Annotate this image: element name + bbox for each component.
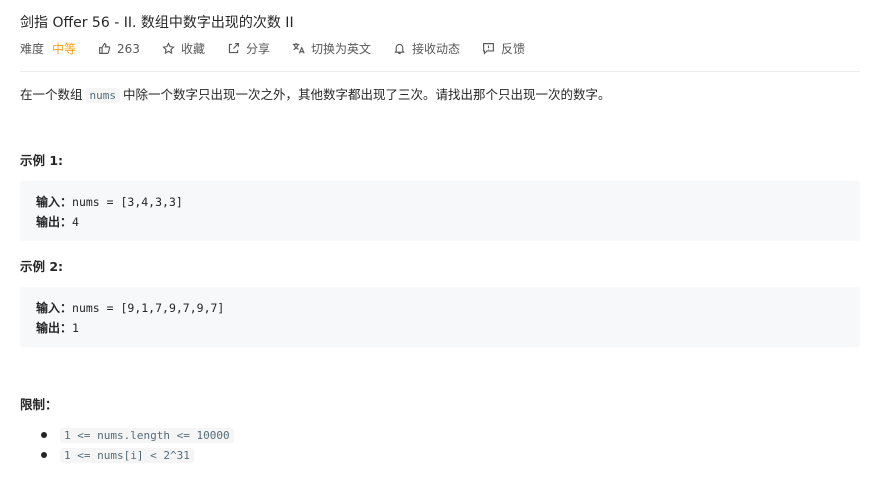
- difficulty-value: 中等: [52, 42, 77, 56]
- share-button[interactable]: 分享: [227, 40, 270, 57]
- example-1-output-key: 输出：: [36, 215, 73, 229]
- constraint-code: 1 <= nums.length <= 10000: [60, 427, 234, 443]
- translate-icon: [292, 42, 305, 54]
- constraint-code: 1 <= nums[i] < 2^31: [60, 447, 194, 463]
- feedback-button[interactable]: 反馈: [482, 40, 525, 57]
- example-2-box: 输入：nums = [9,1,7,9,7,9,7] 输出：1: [20, 287, 860, 347]
- like-count: 263: [117, 41, 140, 56]
- favorite-label: 收藏: [180, 42, 205, 56]
- example-2-label: 示例 2:: [20, 259, 64, 274]
- bell-icon: [394, 43, 405, 54]
- feedback-label: 反馈: [501, 42, 526, 56]
- example-2-output-key: 输出：: [36, 321, 73, 335]
- example-1-label: 示例 1:: [20, 153, 64, 168]
- share-label: 分享: [245, 42, 270, 56]
- description-text-before: 在一个数组: [20, 87, 83, 102]
- example-2-input-value: nums = [9,1,7,9,7,9,7]: [72, 301, 225, 315]
- like-button[interactable]: 263: [98, 42, 140, 56]
- example-1-input-key: 输入：: [36, 195, 73, 209]
- difficulty-label: 难度: [20, 42, 45, 56]
- share-icon: [228, 43, 239, 54]
- list-item: 1 <= nums[i] < 2^31: [41, 445, 234, 465]
- difficulty: 难度 中等: [20, 40, 76, 57]
- constraints-list: 1 <= nums.length <= 10000 1 <= nums[i] <…: [41, 425, 234, 465]
- problem-title: 剑指 Offer 56 - II. 数组中数字出现的次数 II: [20, 15, 294, 31]
- example-2-output-value: 1: [72, 321, 79, 335]
- description-code: nums: [85, 88, 121, 103]
- example-1-input: 输入：nums = [3,4,3,3]: [36, 193, 183, 210]
- problem-meta-bar: 难度 中等 263 收藏 分享 切换为英文 接收动态 反馈: [20, 40, 547, 57]
- example-2-output: 输出：1: [36, 319, 79, 336]
- favorite-button[interactable]: 收藏: [162, 40, 205, 57]
- header-divider: [20, 71, 860, 72]
- example-1-output-value: 4: [72, 215, 79, 229]
- example-1-output: 输出：4: [36, 213, 79, 230]
- description-text-after: 中除一个数字只出现一次之外，其他数字都出现了三次。请找出那个只出现一次的数字。: [123, 87, 611, 102]
- subscribe-button[interactable]: 接收动态: [393, 40, 460, 57]
- thumbs-up-icon: [99, 43, 111, 54]
- star-icon: [162, 42, 175, 55]
- example-2-input: 输入：nums = [9,1,7,9,7,9,7]: [36, 299, 224, 316]
- switch-language-button[interactable]: 切换为英文: [292, 40, 371, 57]
- example-1-box: 输入：nums = [3,4,3,3] 输出：4: [20, 181, 860, 241]
- feedback-icon: [483, 43, 494, 55]
- example-2-input-key: 输入：: [36, 301, 73, 315]
- switch-language-label: 切换为英文: [310, 42, 371, 56]
- problem-description: 在一个数组 nums 中除一个数字只出现一次之外，其他数字都出现了三次。请找出那个只…: [20, 86, 611, 105]
- list-item: 1 <= nums.length <= 10000: [41, 425, 234, 445]
- example-1-input-value: nums = [3,4,3,3]: [72, 195, 183, 209]
- subscribe-label: 接收动态: [411, 42, 460, 56]
- constraints-label: 限制：: [20, 397, 58, 412]
